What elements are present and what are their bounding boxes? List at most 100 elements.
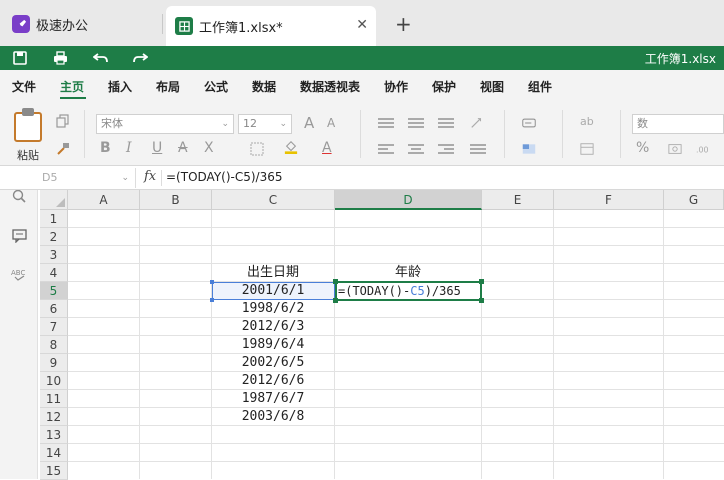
- cell-grid[interactable]: 出生日期 年龄 2001/6/1 1998/6/2 2012/6/3 1989/…: [68, 210, 724, 479]
- strikethrough-button[interactable]: A: [178, 140, 188, 156]
- menu-view[interactable]: 视图: [480, 78, 504, 95]
- menu-data[interactable]: 数据: [252, 78, 276, 95]
- currency-format-icon[interactable]: [668, 142, 682, 156]
- menu-formula[interactable]: 公式: [204, 78, 228, 95]
- row-header-7[interactable]: 7: [40, 318, 68, 336]
- print-icon[interactable]: [51, 49, 69, 67]
- save-icon[interactable]: [11, 49, 29, 67]
- decimal-format-icon[interactable]: .00: [696, 142, 710, 156]
- align-left-icon[interactable]: [378, 144, 394, 156]
- row-header-13[interactable]: 13: [40, 426, 68, 444]
- menu-components[interactable]: 组件: [528, 78, 552, 95]
- rocket-logo-icon: [12, 15, 30, 33]
- column-header-b[interactable]: B: [140, 190, 212, 210]
- gridline: [663, 210, 664, 479]
- cell-c7[interactable]: 2012/6/3: [212, 318, 334, 336]
- grow-font-button[interactable]: A: [304, 114, 314, 132]
- table-style-icon[interactable]: ab: [580, 114, 594, 128]
- font-color-button[interactable]: A: [322, 140, 332, 156]
- row-header-4[interactable]: 4: [40, 264, 68, 282]
- cell-c8[interactable]: 1989/6/4: [212, 336, 334, 354]
- row-header-5[interactable]: 5: [40, 282, 68, 300]
- align-right-icon[interactable]: [438, 144, 454, 156]
- row-header-2[interactable]: 2: [40, 228, 68, 246]
- column-header-f[interactable]: F: [554, 190, 664, 210]
- cell-d4[interactable]: 年龄: [335, 264, 481, 282]
- row-header-8[interactable]: 8: [40, 336, 68, 354]
- document-title: 工作簿1.xlsx: [644, 52, 716, 66]
- merge-cells-icon[interactable]: [522, 142, 536, 156]
- formula-input[interactable]: =(TODAY()-C5)/365: [166, 170, 282, 184]
- cell-style-icon[interactable]: [580, 142, 594, 156]
- bold-button[interactable]: B: [100, 140, 111, 156]
- row-header-15[interactable]: 15: [40, 462, 68, 480]
- row-header-14[interactable]: 14: [40, 444, 68, 462]
- row-header-3[interactable]: 3: [40, 246, 68, 264]
- spellcheck-icon[interactable]: ABC: [11, 266, 27, 282]
- fill-handle[interactable]: [479, 298, 484, 303]
- shrink-font-button[interactable]: A: [327, 116, 335, 130]
- cell-c5[interactable]: 2001/6/1: [212, 282, 334, 300]
- selection-handle[interactable]: [479, 279, 484, 284]
- cell-c4[interactable]: 出生日期: [212, 264, 334, 282]
- select-all-corner[interactable]: [40, 190, 68, 210]
- name-box[interactable]: D5 ⌄: [40, 168, 136, 188]
- menu-layout[interactable]: 布局: [156, 78, 180, 95]
- subscript-button[interactable]: X: [204, 140, 214, 156]
- border-icon[interactable]: [250, 142, 264, 156]
- comment-icon[interactable]: [11, 228, 27, 244]
- insert-function-button[interactable]: fx: [144, 169, 156, 184]
- menu-protect[interactable]: 保护: [432, 78, 456, 95]
- number-format-select[interactable]: 数: [632, 114, 724, 134]
- align-middle-icon[interactable]: [408, 118, 424, 130]
- fill-color-icon[interactable]: [284, 140, 298, 154]
- gridline: [68, 407, 724, 408]
- align-bottom-icon[interactable]: [438, 118, 454, 130]
- new-tab-plus-icon[interactable]: +: [395, 12, 412, 36]
- ribbon-divider: [84, 110, 85, 158]
- wrap-text-icon[interactable]: [522, 116, 536, 130]
- column-header-g[interactable]: G: [664, 190, 724, 210]
- align-top-icon[interactable]: [378, 118, 394, 130]
- column-header-e[interactable]: E: [482, 190, 554, 210]
- cell-c11[interactable]: 1987/6/7: [212, 390, 334, 408]
- justify-icon[interactable]: [470, 144, 486, 156]
- row-header-6[interactable]: 6: [40, 300, 68, 318]
- gridline: [139, 210, 140, 479]
- cell-c10[interactable]: 2012/6/6: [212, 372, 334, 390]
- cell-c6[interactable]: 1998/6/2: [212, 300, 334, 318]
- italic-button[interactable]: I: [126, 140, 132, 156]
- menu-home[interactable]: 主页: [60, 78, 84, 95]
- percent-button[interactable]: %: [636, 140, 649, 156]
- align-center-icon[interactable]: [408, 144, 424, 156]
- menu-collaborate[interactable]: 协作: [384, 78, 408, 95]
- cell-c9[interactable]: 2002/6/5: [212, 354, 334, 372]
- underline-button[interactable]: U: [152, 140, 162, 156]
- format-painter-icon[interactable]: [56, 142, 70, 156]
- menu-file[interactable]: 文件: [12, 78, 36, 95]
- app-tab[interactable]: 极速办公: [0, 8, 160, 40]
- text-orientation-icon[interactable]: [470, 116, 484, 130]
- cell-c12[interactable]: 2003/6/8: [212, 408, 334, 426]
- column-header-d[interactable]: D: [335, 190, 482, 210]
- redo-icon[interactable]: [131, 49, 149, 67]
- row-header-11[interactable]: 11: [40, 390, 68, 408]
- copy-icon[interactable]: [56, 114, 70, 128]
- row-header-9[interactable]: 9: [40, 354, 68, 372]
- close-tab-icon[interactable]: ✕: [356, 17, 368, 33]
- font-size-select[interactable]: 12 ⌄: [238, 114, 292, 134]
- document-tab[interactable]: 工作簿1.xlsx* ✕: [166, 6, 376, 46]
- row-header-12[interactable]: 12: [40, 408, 68, 426]
- column-header-a[interactable]: A: [68, 190, 140, 210]
- cell-d5-formula[interactable]: =(TODAY()-C5)/365: [338, 282, 461, 300]
- clipboard-clip-icon: [22, 108, 34, 116]
- row-header-10[interactable]: 10: [40, 372, 68, 390]
- column-header-c[interactable]: C: [212, 190, 335, 210]
- font-name-select[interactable]: 宋体 ⌄: [96, 114, 234, 134]
- menu-pivot-table[interactable]: 数据透视表: [300, 78, 360, 95]
- search-icon[interactable]: [11, 188, 27, 204]
- menu-insert[interactable]: 插入: [108, 78, 132, 95]
- gridline: [68, 335, 724, 336]
- row-header-1[interactable]: 1: [40, 210, 68, 228]
- undo-icon[interactable]: [91, 49, 109, 67]
